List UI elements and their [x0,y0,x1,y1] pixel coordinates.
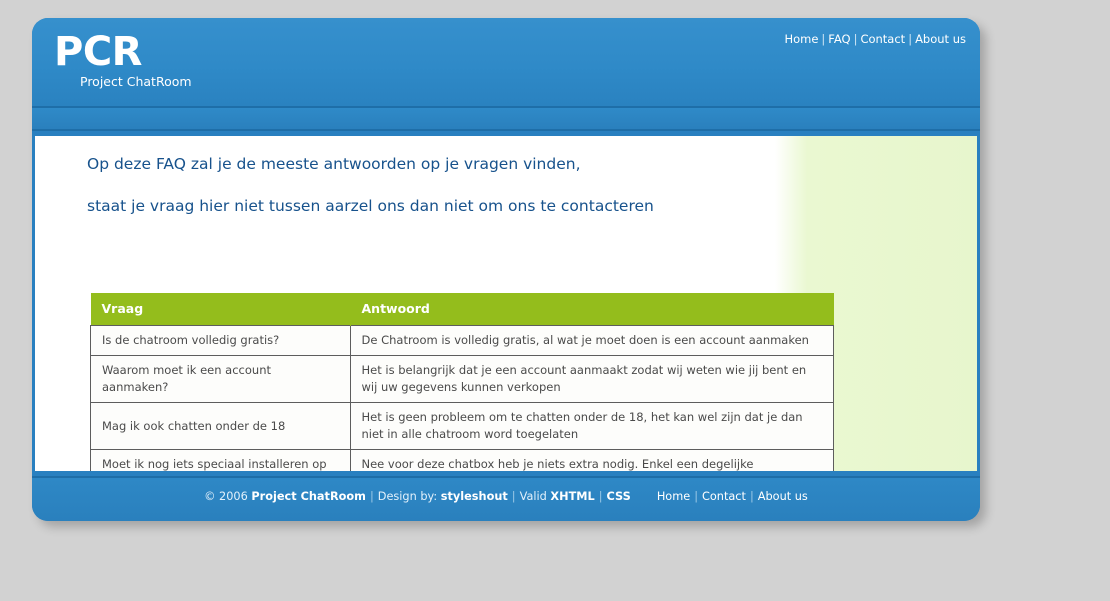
footer-design-by-label: Design by: [377,490,438,503]
faq-answer: Het is belangrijk dat je een account aan… [349,355,834,403]
page-root: PCR Project ChatRoom Home | FAQ | Contact | Ab… [0,0,1110,601]
footer-designer-link[interactable]: styleshout [441,490,508,503]
nav-separator: | [853,32,858,46]
top-navigation: Home | FAQ | Contact | About us [784,32,966,46]
footer-copyright: © 2006 [204,490,248,503]
footer-separator: | [511,490,516,503]
logo-subtitle: Project ChatRoom [80,74,192,89]
faq-answer: De Chatroom is volledig gratis, al wat j… [349,325,834,356]
footer-nav-contact[interactable]: Contact [702,490,746,503]
faq-question: Moet ik nog iets speciaal installeren op… [90,449,351,471]
faq-answer: Het is geen probleem om te chatten onder… [349,402,834,450]
faq-question: Is de chatroom volledig gratis? [90,325,351,356]
intro-text-block: Op deze FAQ zal je de meeste antwoorden … [87,154,747,238]
footer-separator: | [694,490,698,503]
table-row: Is de chatroom volledig gratis? De Chatr… [90,325,834,356]
faq-question: Mag ik ook chatten onder de 18 [90,402,351,450]
faq-table: Vraag Antwoord Is de chatroom volledig g… [90,293,834,471]
nav-separator: | [821,32,826,46]
faq-answer: Nee voor deze chatbox heb je niets extra… [349,449,834,471]
footer-valid-label: Valid [519,490,547,503]
intro-line-2: staat je vraag hier niet tussen aarzel o… [87,197,654,215]
intro-line-1: Op deze FAQ zal je de meeste antwoorden … [87,155,581,173]
footer-nav-about-us[interactable]: About us [758,490,808,503]
footer-css-link[interactable]: CSS [607,490,631,503]
table-row: Mag ik ook chatten onder de 18 Het is ge… [90,402,834,450]
site-logo[interactable]: PCR Project ChatRoom [54,30,192,89]
logo-title: PCR [54,29,142,75]
nav-item-faq[interactable]: FAQ [828,32,850,46]
footer-site-name: Project ChatRoom [251,490,366,503]
table-row: Waarom moet ik een account aanmaken? Het… [90,355,834,403]
content-area: Op deze FAQ zal je de meeste antwoorden … [35,136,977,471]
footer-xhtml-link[interactable]: XHTML [550,490,594,503]
faq-question: Waarom moet ik een account aanmaken? [90,355,351,403]
column-header-answer: Antwoord [349,293,834,326]
nav-item-about-us[interactable]: About us [915,32,966,46]
footer-nav-home[interactable]: Home [657,490,690,503]
site-footer: © 2006 Project ChatRoom | Design by: style… [32,476,980,521]
footer-separator: | [749,490,754,503]
nav-separator: | [908,32,913,46]
site-shell: PCR Project ChatRoom Home | FAQ | Contact | Ab… [32,18,980,521]
menu-strip [32,106,980,131]
nav-item-home[interactable]: Home [784,32,818,46]
footer-separator: | [598,490,603,503]
faq-table-head: Vraag Antwoord [90,293,834,326]
table-header-row: Vraag Antwoord [90,293,834,326]
faq-table-body: Is de chatroom volledig gratis? De Chatr… [90,325,834,471]
table-row: Moet ik nog iets speciaal installeren op… [90,449,834,471]
nav-item-contact[interactable]: Contact [860,32,905,46]
site-header: PCR Project ChatRoom Home | FAQ | Contact | Ab… [32,18,980,106]
column-header-question: Vraag [90,293,350,326]
footer-separator: | [369,490,374,503]
footer-content: © 2006 Project ChatRoom | Design by: style… [32,490,980,503]
